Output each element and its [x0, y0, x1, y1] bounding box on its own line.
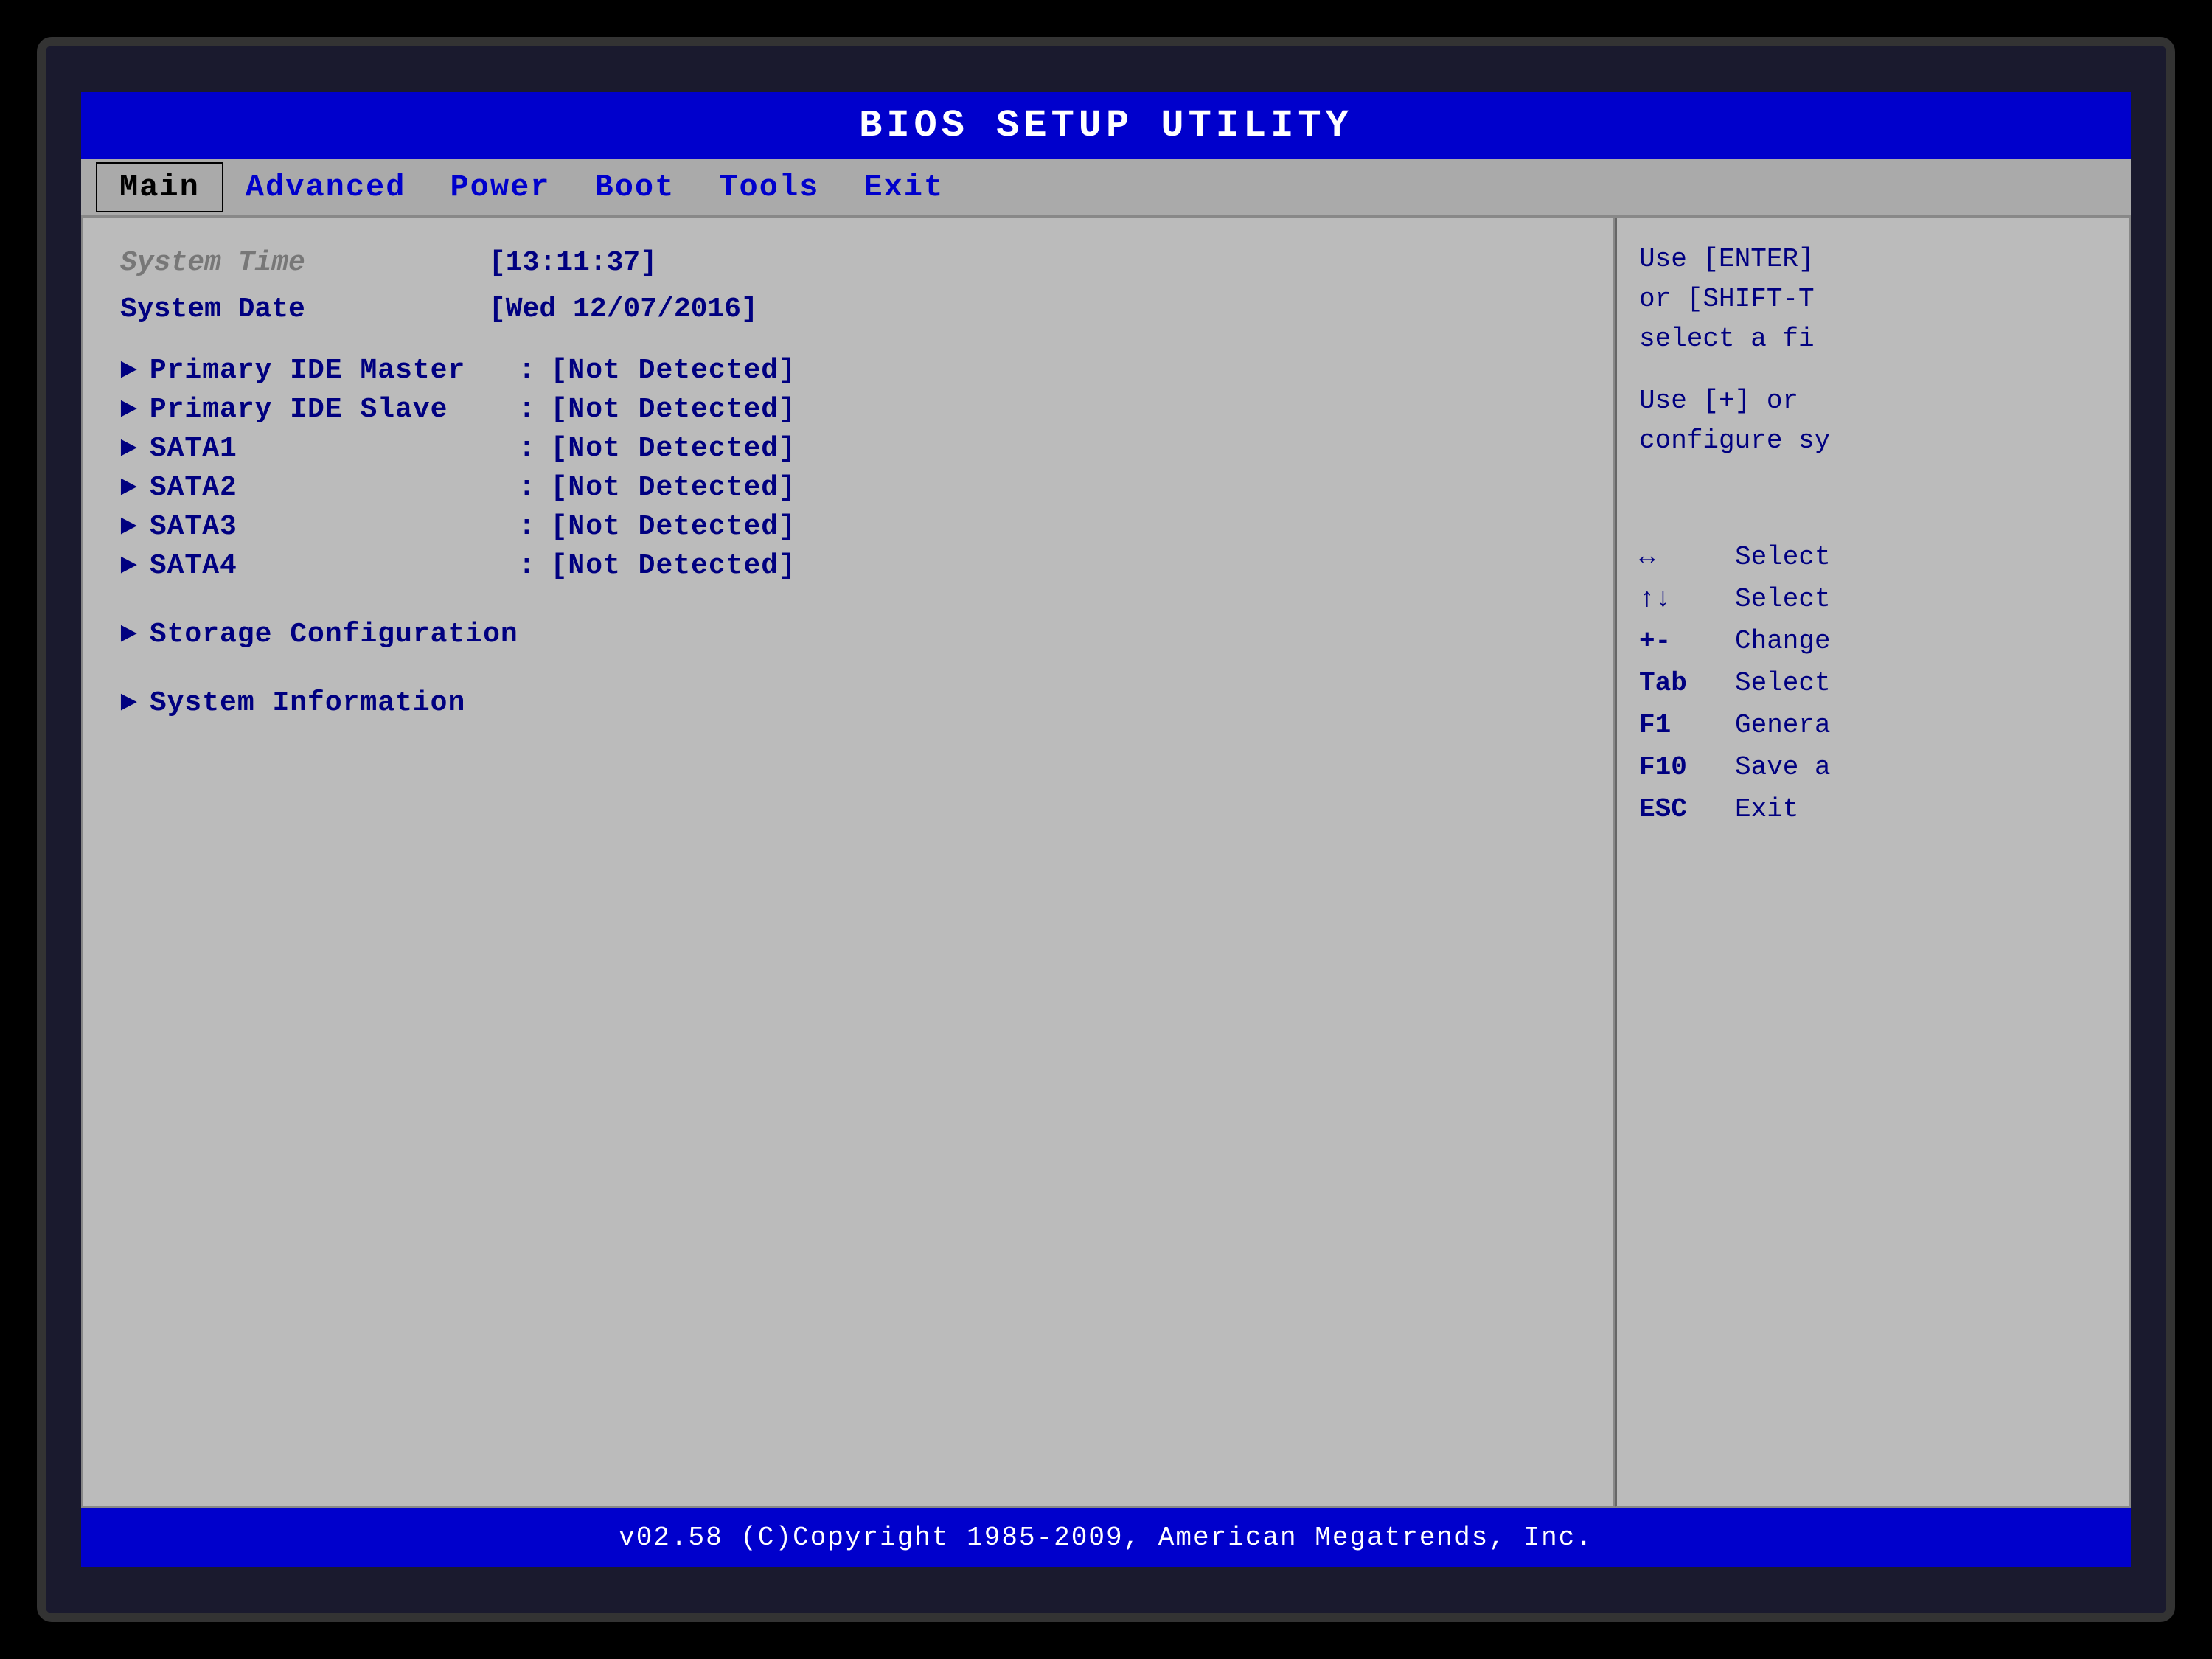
key-legend-arrows-ud: ↑↓ Select	[1639, 584, 2107, 614]
sata2-label: SATA2	[150, 472, 518, 504]
main-content: System Time [13:11:37] System Date [Wed …	[81, 218, 2131, 1508]
storage-config-label: Storage Configuration	[150, 619, 518, 650]
nav-item-main[interactable]: Main	[96, 162, 223, 212]
system-time-row: System Time [13:11:37]	[120, 247, 1576, 279]
nav-bar: Main Advanced Power Boot Tools Exit	[81, 159, 2131, 218]
sata4-value: [Not Detected]	[551, 550, 796, 582]
title-bar-text: BIOS SETUP UTILITY	[859, 104, 1353, 147]
arrow-icon: ►	[120, 433, 138, 465]
sata3-item[interactable]: ► SATA3 : [Not Detected]	[120, 511, 1576, 543]
system-date-value[interactable]: [Wed 12/07/2016]	[489, 293, 758, 325]
key-legend-arrows-lr: ↔ Select	[1639, 542, 2107, 572]
primary-ide-slave-label: Primary IDE Slave	[150, 394, 518, 425]
primary-ide-master-item[interactable]: ► Primary IDE Master : [Not Detected]	[120, 355, 1576, 386]
arrow-icon: ►	[120, 687, 138, 719]
system-info-label: System Information	[150, 687, 518, 719]
sata4-label: SATA4	[150, 550, 518, 582]
key-legend-tab: Tab Select	[1639, 668, 2107, 698]
title-bar: BIOS SETUP UTILITY	[81, 92, 2131, 159]
status-bar: v02.58 (C)Copyright 1985-2009, American …	[81, 1508, 2131, 1567]
sata3-label: SATA3	[150, 511, 518, 543]
sata1-value: [Not Detected]	[551, 433, 796, 465]
nav-item-advanced[interactable]: Advanced	[223, 164, 428, 211]
storage-config-item[interactable]: ► Storage Configuration	[120, 619, 1576, 650]
system-time-value[interactable]: [13:11:37]	[489, 247, 657, 279]
arrow-icon: ►	[120, 511, 138, 543]
arrow-icon: ►	[120, 472, 138, 504]
screen: BIOS SETUP UTILITY Main Advanced Power B…	[81, 92, 2131, 1567]
arrow-icon: ►	[120, 355, 138, 386]
key-legend-f1: F1 Genera	[1639, 710, 2107, 740]
primary-ide-master-label: Primary IDE Master	[150, 355, 518, 386]
status-bar-text: v02.58 (C)Copyright 1985-2009, American …	[619, 1523, 1593, 1553]
left-panel: System Time [13:11:37] System Date [Wed …	[81, 218, 1615, 1508]
sata3-value: [Not Detected]	[551, 511, 796, 543]
help-text-1: Use [ENTER] or [SHIFT-T select a fi	[1639, 240, 2107, 359]
system-info-item[interactable]: ► System Information	[120, 687, 1576, 719]
key-legend-esc: ESC Exit	[1639, 794, 2107, 824]
system-time-label: System Time	[120, 247, 489, 279]
sata2-value: [Not Detected]	[551, 472, 796, 504]
sata4-item[interactable]: ► SATA4 : [Not Detected]	[120, 550, 1576, 582]
arrow-icon: ►	[120, 550, 138, 582]
nav-item-exit[interactable]: Exit	[841, 164, 966, 211]
arrow-icon: ►	[120, 394, 138, 425]
key-legend-plusminus: +- Change	[1639, 626, 2107, 656]
primary-ide-slave-item[interactable]: ► Primary IDE Slave : [Not Detected]	[120, 394, 1576, 425]
nav-item-boot[interactable]: Boot	[573, 164, 698, 211]
nav-item-power[interactable]: Power	[428, 164, 572, 211]
primary-ide-master-value: [Not Detected]	[551, 355, 796, 386]
sata1-item[interactable]: ► SATA1 : [Not Detected]	[120, 433, 1576, 465]
sata1-label: SATA1	[150, 433, 518, 465]
primary-ide-slave-value: [Not Detected]	[551, 394, 796, 425]
nav-item-tools[interactable]: Tools	[697, 164, 841, 211]
key-legend-f10: F10 Save a	[1639, 752, 2107, 782]
arrow-icon: ►	[120, 619, 138, 650]
sata2-item[interactable]: ► SATA2 : [Not Detected]	[120, 472, 1576, 504]
help-text-2: Use [+] or configure sy	[1639, 381, 2107, 461]
monitor: BIOS SETUP UTILITY Main Advanced Power B…	[37, 37, 2175, 1622]
system-date-label: System Date	[120, 293, 489, 325]
system-date-row: System Date [Wed 12/07/2016]	[120, 293, 1576, 325]
right-panel: Use [ENTER] or [SHIFT-T select a fi Use …	[1615, 218, 2131, 1508]
